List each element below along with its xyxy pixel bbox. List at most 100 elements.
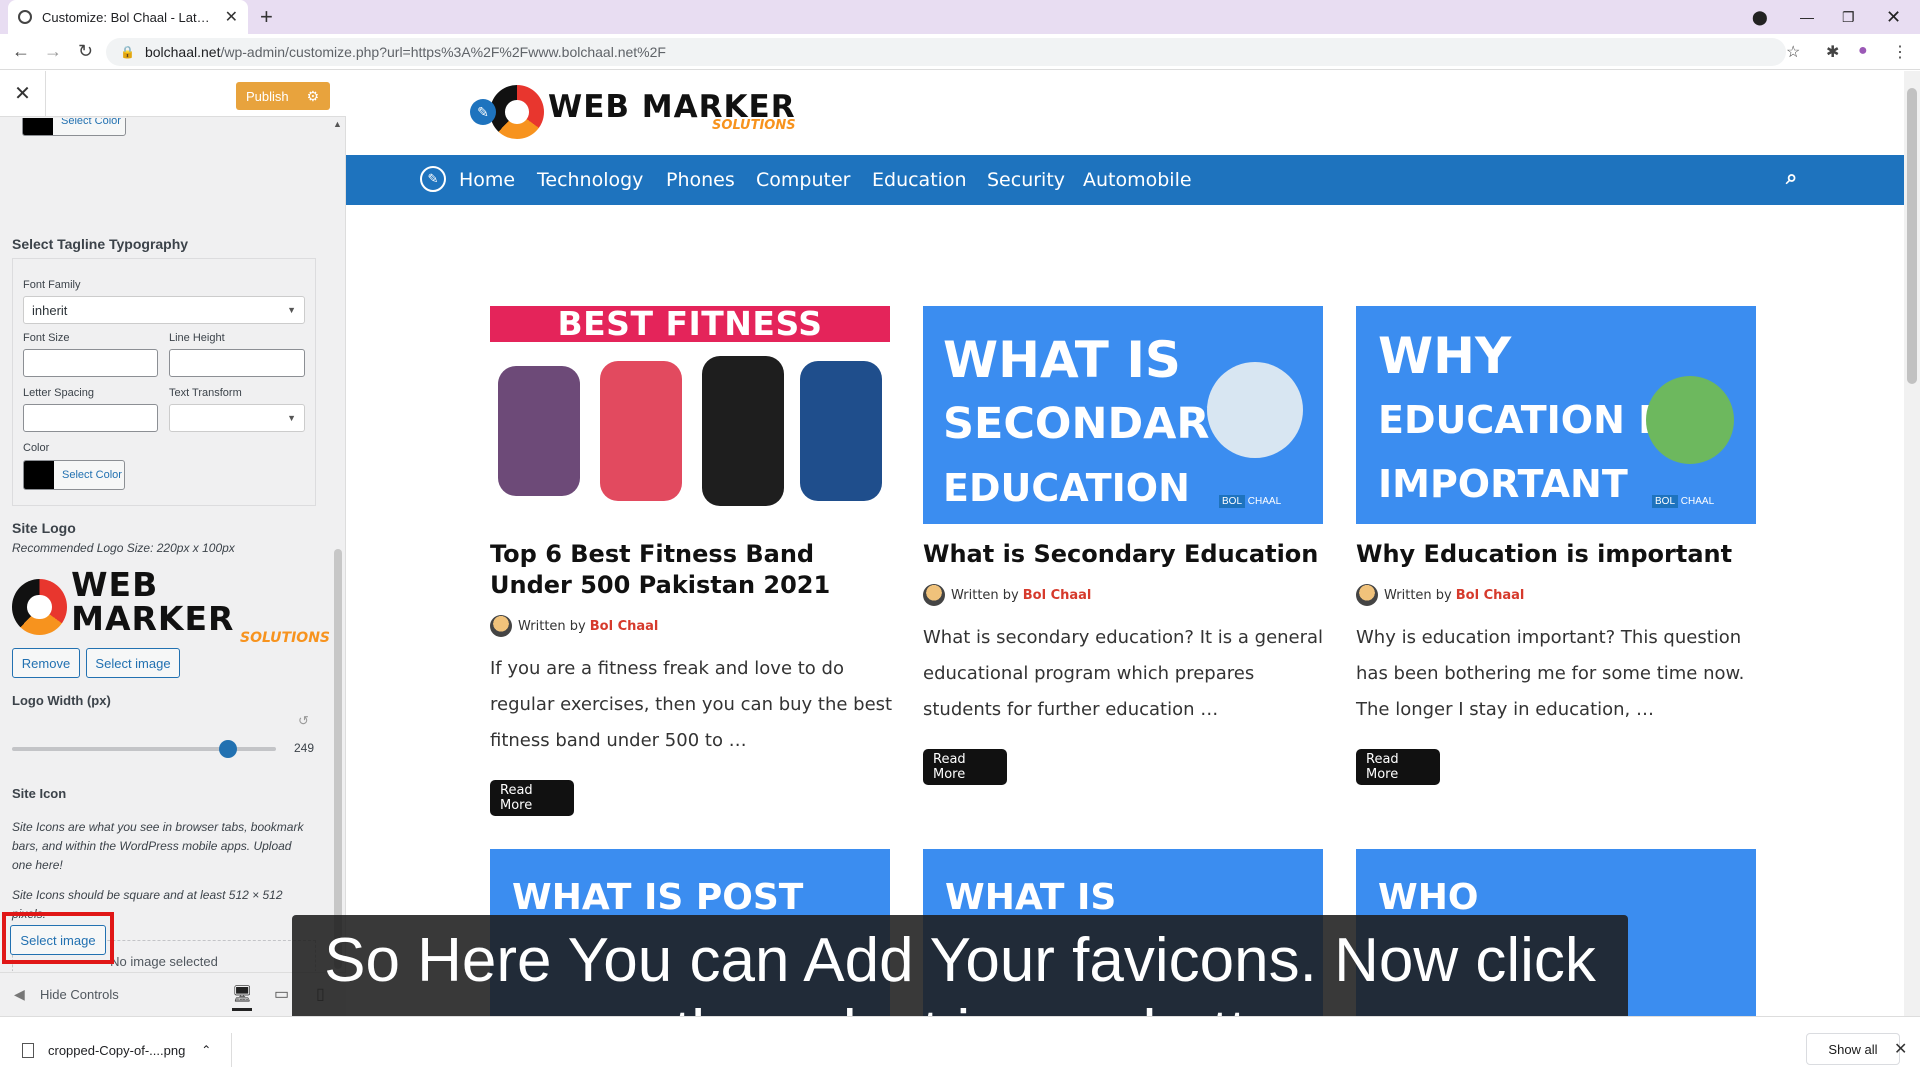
- post-image-importance[interactable]: WHY EDUCATION IS IMPORTANT BOL CHAAL: [1356, 306, 1756, 524]
- badge-part: BOL: [1219, 495, 1246, 508]
- restore-icon[interactable]: ❐: [1842, 0, 1855, 34]
- close-window-icon[interactable]: ✕: [1886, 0, 1901, 34]
- read-more-button[interactable]: Read More: [923, 749, 1007, 785]
- chrome-menu-icon[interactable]: ⋮: [1892, 42, 1908, 62]
- desktop-preview-icon[interactable]: 🖥: [232, 984, 253, 1011]
- nav-automobile[interactable]: Automobile: [1083, 169, 1192, 191]
- download-item[interactable]: cropped-Copy-of-....png ⌃: [14, 1033, 232, 1067]
- download-filename: cropped-Copy-of-....png: [48, 1042, 186, 1058]
- close-customizer-icon[interactable]: ✕: [0, 71, 46, 117]
- author-link[interactable]: Bol Chaal: [590, 619, 659, 634]
- written-by: Written by: [518, 618, 586, 634]
- nav-education[interactable]: Education: [872, 169, 967, 191]
- image-text-line: IMPORTANT: [1378, 462, 1628, 506]
- site-preview[interactable]: ✎ WEB MARKER SOLUTIONS ✎ Home Technology…: [346, 71, 1904, 1016]
- tablet-preview-icon[interactable]: ▭: [274, 984, 289, 1004]
- author-link[interactable]: Bol Chaal: [1023, 588, 1092, 603]
- post-title[interactable]: What is Secondary Education: [923, 539, 1323, 570]
- image-text: WHO: [1378, 877, 1479, 918]
- read-more-button[interactable]: Read More: [490, 780, 574, 816]
- back-icon[interactable]: ←: [12, 41, 30, 62]
- chevron-up-icon[interactable]: ⌃: [201, 1043, 211, 1057]
- image-text-line: WHAT IS: [943, 331, 1181, 389]
- forward-icon[interactable]: →: [44, 41, 62, 62]
- gear-icon[interactable]: ⚙: [307, 88, 320, 105]
- main-nav: ✎ Home Technology Phones Computer Educat…: [346, 155, 1904, 205]
- url-path: /wp-admin/customize.php?url=https%3A%2F%…: [220, 44, 666, 60]
- site-icon-description: Site Icons are what you see in browser t…: [12, 820, 304, 872]
- edit-menu-icon[interactable]: ✎: [420, 166, 446, 192]
- author-link[interactable]: Bol Chaal: [1456, 588, 1525, 603]
- remove-logo-button[interactable]: Remove: [12, 648, 80, 678]
- close-download-bar-icon[interactable]: ✕: [1894, 1039, 1907, 1059]
- preview-scroll-thumb[interactable]: [1907, 88, 1917, 384]
- font-size-input[interactable]: [23, 349, 158, 377]
- nav-technology[interactable]: Technology: [537, 169, 643, 191]
- nav-phones[interactable]: Phones: [666, 169, 735, 191]
- author-avatar: [1356, 584, 1378, 606]
- nav-security[interactable]: Security: [987, 169, 1065, 191]
- hide-controls-label[interactable]: Hide Controls: [40, 987, 119, 1002]
- hide-controls-icon[interactable]: ◀: [14, 986, 25, 1003]
- slider-handle[interactable]: [219, 740, 238, 758]
- post-excerpt: If you are a fitness freak and love to d…: [490, 658, 893, 751]
- post-byline: Written by Bol Chaal: [923, 584, 1091, 606]
- logo-name: WEB MARKER: [71, 565, 235, 638]
- search-icon[interactable]: ⌕: [1786, 167, 1797, 190]
- highlight-box: [2, 912, 114, 964]
- bookmark-star-icon[interactable]: ☆: [1786, 42, 1800, 62]
- select-color-button[interactable]: Select Color: [23, 460, 125, 490]
- publish-label: Publish: [246, 88, 289, 104]
- publish-button[interactable]: Publish ⚙: [236, 82, 330, 110]
- edit-logo-icon[interactable]: ✎: [470, 99, 496, 125]
- browser-tab-bar: Customize: Bol Chaal - Latest Up ✕ + ⬤ —…: [0, 0, 1920, 34]
- image-text: WHAT IS SECONDARY EDUCATION: [943, 328, 1238, 520]
- post-image-fitness[interactable]: BEST FITNESS BANDS: [490, 306, 890, 524]
- post-byline: Written by Bol Chaal: [490, 615, 658, 637]
- letter-spacing-label: Letter Spacing: [23, 387, 94, 399]
- minimize-icon[interactable]: —: [1800, 0, 1814, 34]
- text-transform-select[interactable]: ▼: [169, 404, 305, 432]
- close-tab-icon[interactable]: ✕: [225, 7, 238, 27]
- profile-avatar-icon[interactable]: ●: [1858, 42, 1868, 60]
- image-text-line: EDUCATION IS: [1378, 398, 1680, 442]
- image-text-line: WHY: [1378, 327, 1512, 385]
- chevron-down-icon: ▼: [287, 305, 296, 315]
- globe-graphic: [1646, 376, 1734, 464]
- extensions-icon[interactable]: ✱: [1826, 42, 1839, 62]
- post-title[interactable]: Top 6 Best Fitness Band Under 500 Pakist…: [490, 539, 890, 601]
- line-height-input[interactable]: [169, 349, 305, 377]
- sidebar-scroll-thumb[interactable]: [334, 549, 342, 969]
- nav-computer[interactable]: Computer: [756, 169, 850, 191]
- url-field[interactable]: 🔒 bolchaal.net/wp-admin/customize.php?ur…: [106, 38, 1786, 66]
- letter-spacing-input[interactable]: [23, 404, 158, 432]
- logo-mark: [12, 579, 68, 635]
- post-image-secondary[interactable]: WHAT IS SECONDARY EDUCATION BOL CHAAL: [923, 306, 1323, 524]
- font-family-select[interactable]: inherit ▼: [23, 296, 305, 324]
- written-by: Written by: [951, 587, 1019, 603]
- post-excerpt: What is secondary education? It is a gen…: [923, 627, 1324, 720]
- select-logo-image-button[interactable]: Select image: [86, 648, 180, 678]
- site-header-logo[interactable]: ✎ WEB MARKER SOLUTIONS: [470, 85, 796, 139]
- customizer-controls[interactable]: Select Color Select Tagline Typography F…: [0, 118, 330, 971]
- scroll-up-icon[interactable]: ▲: [333, 119, 342, 129]
- band-purple: [498, 366, 580, 496]
- color-swatch: [23, 118, 53, 135]
- image-banner-text: BEST FITNESS BANDS: [490, 306, 890, 378]
- tab-title: Customize: Bol Chaal - Latest Up: [42, 9, 217, 25]
- site-logo-title: Site Logo: [12, 520, 76, 536]
- reload-icon[interactable]: ↻: [78, 41, 93, 62]
- font-size-label: Font Size: [23, 332, 70, 344]
- profile-menu-icon[interactable]: ⬤: [1752, 0, 1768, 34]
- select-color-button-top[interactable]: Select Color: [22, 118, 126, 136]
- select-color-label: Select Color: [62, 469, 122, 481]
- file-icon: [22, 1042, 34, 1058]
- post-title[interactable]: Why Education is important: [1356, 539, 1756, 570]
- font-family-label: Font Family: [23, 279, 81, 291]
- new-tab-icon[interactable]: +: [260, 4, 273, 30]
- show-all-button[interactable]: Show all: [1806, 1033, 1900, 1065]
- browser-tab[interactable]: Customize: Bol Chaal - Latest Up ✕: [8, 0, 248, 34]
- read-more-button[interactable]: Read More: [1356, 749, 1440, 785]
- reset-icon[interactable]: ↺: [298, 713, 309, 729]
- nav-home[interactable]: Home: [459, 169, 515, 191]
